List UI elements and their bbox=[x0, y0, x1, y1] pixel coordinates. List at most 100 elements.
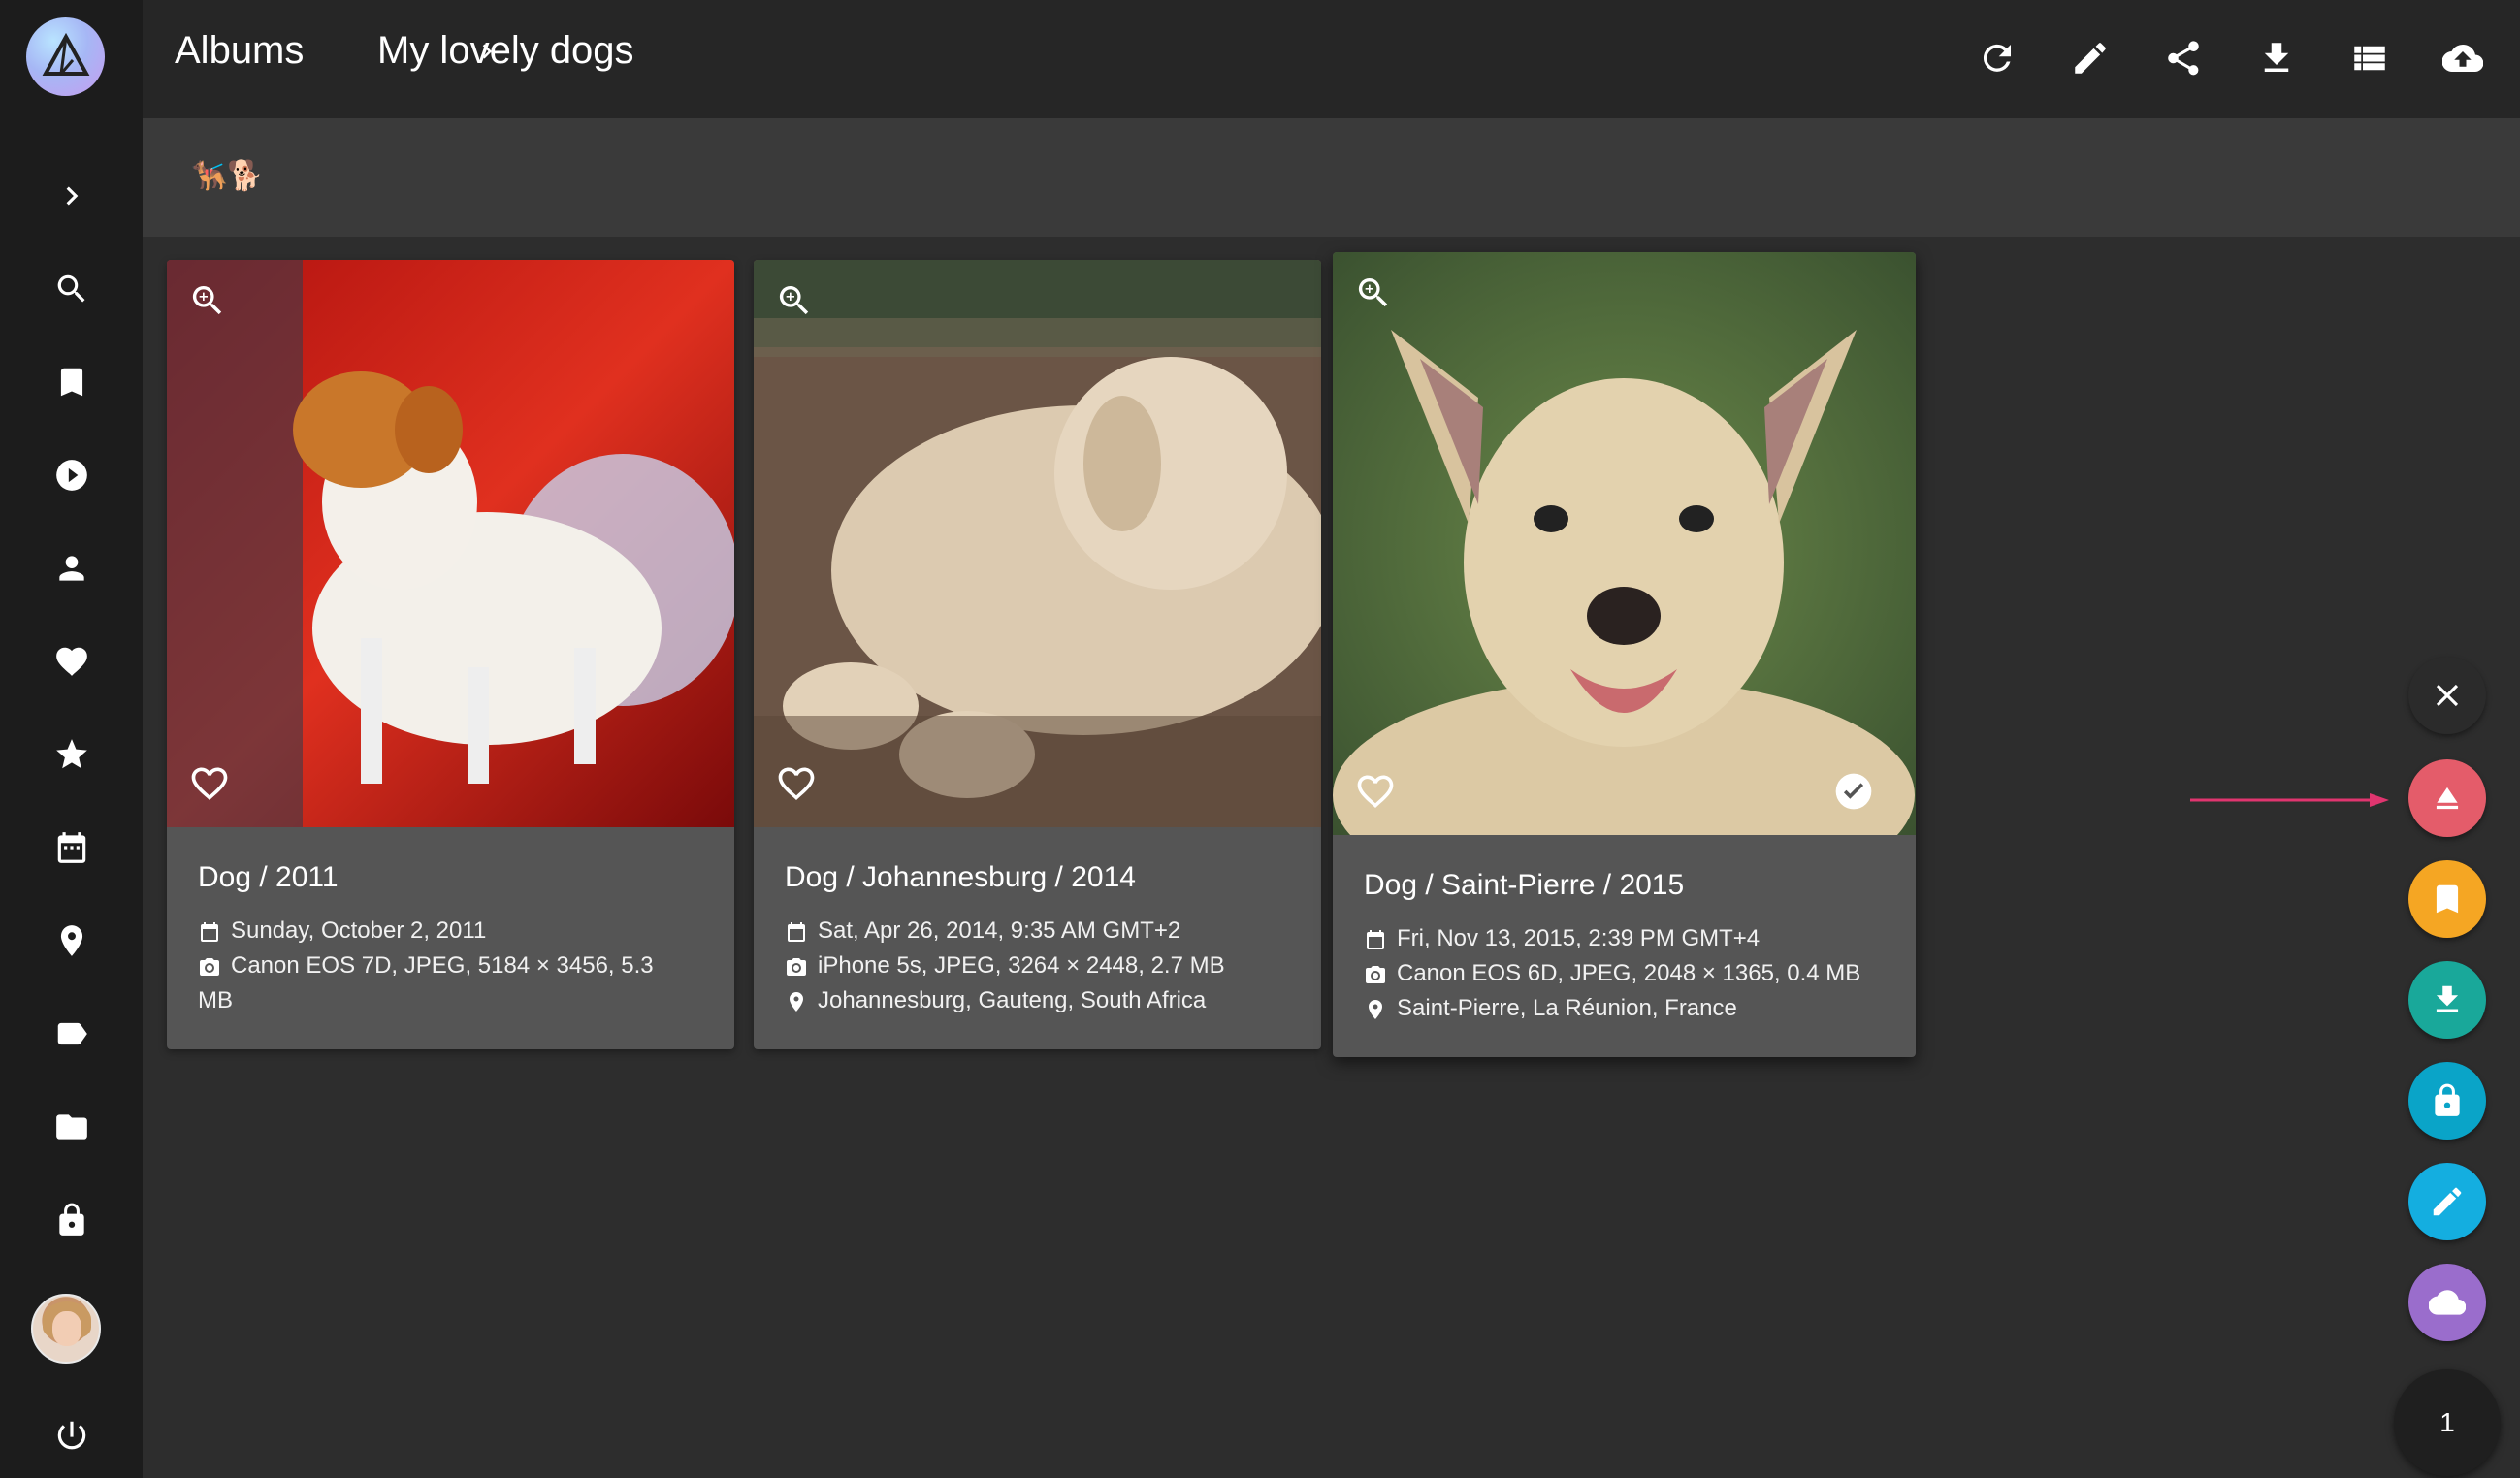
chevron-right-icon bbox=[66, 186, 78, 206]
share-icon bbox=[2168, 41, 2199, 76]
share-selection-button[interactable] bbox=[2408, 1264, 2486, 1341]
close-icon bbox=[2436, 684, 2459, 707]
photo-meta: Sat, Apr 26, 2014, 9:35 AM GMT+2 iPhone … bbox=[785, 914, 1308, 1018]
selection-count: 1 bbox=[2439, 1407, 2455, 1437]
location-pin-icon bbox=[785, 989, 808, 1012]
list-view-button[interactable] bbox=[2342, 31, 2397, 85]
camera-icon bbox=[1364, 962, 1387, 985]
edit-icon bbox=[2075, 43, 2106, 74]
photo-title: Dog / Johannesburg / 2014 bbox=[785, 861, 1136, 893]
selection-count-button[interactable]: 1 bbox=[2394, 1369, 2501, 1476]
reload-button[interactable] bbox=[1970, 31, 2024, 85]
sidebar-item-videos[interactable] bbox=[0, 440, 143, 510]
photo-camera-info: Canon EOS 6D, JPEG, 2048 × 1365, 0.4 MB bbox=[1397, 960, 1861, 986]
sidebar-item-labels[interactable] bbox=[0, 999, 143, 1069]
person-icon bbox=[58, 556, 84, 581]
cloud-icon bbox=[2429, 1290, 2466, 1315]
share-button[interactable] bbox=[2156, 31, 2211, 85]
clear-selection-button[interactable] bbox=[2408, 657, 2486, 734]
photo-location: Johannesburg, Gauteng, South Africa bbox=[818, 987, 1207, 1013]
sidebar-item-bookmarks[interactable] bbox=[0, 347, 143, 417]
photo-meta: Fri, Nov 13, 2015, 2:39 PM GMT+4 Canon E… bbox=[1364, 921, 1907, 1026]
photo-title: Dog / Saint-Pierre / 2015 bbox=[1364, 869, 1685, 901]
avatar[interactable] bbox=[31, 1294, 101, 1364]
photo-date: Fri, Nov 13, 2015, 2:39 PM GMT+4 bbox=[1397, 925, 1761, 951]
photo-camera-info: Canon EOS 7D, JPEG, 5184 × 3456, 5.3 bbox=[231, 952, 654, 979]
upload-button[interactable] bbox=[2436, 31, 2490, 85]
calendar-icon bbox=[198, 919, 221, 943]
power-icon bbox=[57, 1421, 85, 1450]
photo-camera-info: iPhone 5s, JPEG, 3264 × 2448, 2.7 MB bbox=[818, 952, 1225, 979]
calendar-icon bbox=[1364, 927, 1387, 950]
favorite-heart-icon[interactable] bbox=[188, 762, 231, 805]
photo-card[interactable]: Dog / 2011 Sunday, October 2, 2011 Canon… bbox=[167, 260, 734, 1049]
photo-card[interactable]: Dog / Johannesburg / 2014 Sat, Apr 26, 2… bbox=[754, 260, 1321, 1049]
sidebar-item-places[interactable] bbox=[0, 906, 143, 976]
photo-date: Sunday, October 2, 2011 bbox=[231, 917, 487, 944]
photo-thumbnail[interactable] bbox=[1333, 252, 1916, 835]
remove-from-album-button[interactable] bbox=[2408, 759, 2486, 837]
heart-icon bbox=[55, 647, 87, 676]
favorite-heart-icon[interactable] bbox=[1354, 770, 1397, 813]
photo-card-selected[interactable]: Dog / Saint-Pierre / 2015 Fri, Nov 13, 2… bbox=[1333, 252, 1916, 1057]
sidebar-item-folders[interactable] bbox=[0, 1092, 143, 1162]
photo-camera-info-wrap: MB bbox=[198, 987, 233, 1013]
sidebar-item-calendar[interactable] bbox=[0, 813, 143, 883]
page-title: My lovely dogs bbox=[377, 29, 634, 72]
album-description-bar: 🐕‍🦺🐕 bbox=[143, 118, 2520, 237]
sidebar-expand-button[interactable] bbox=[0, 161, 143, 231]
search-icon bbox=[57, 274, 84, 303]
app-logo[interactable] bbox=[26, 17, 105, 96]
play-circle-icon bbox=[55, 460, 87, 491]
lock-icon bbox=[58, 1203, 84, 1236]
photo-meta: Sunday, October 2, 2011 Canon EOS 7D, JP… bbox=[198, 914, 712, 1018]
list-view-icon bbox=[2354, 46, 2385, 71]
breadcrumb-albums[interactable]: Albums bbox=[175, 29, 304, 73]
calendar-icon bbox=[785, 919, 808, 943]
sidebar-logout-button[interactable] bbox=[0, 1400, 143, 1470]
label-icon bbox=[57, 1022, 87, 1045]
edit-selection-button[interactable] bbox=[2408, 1163, 2486, 1240]
zoom-icon[interactable] bbox=[1354, 273, 1393, 312]
sidebar-item-private[interactable] bbox=[0, 1185, 143, 1255]
sidebar-item-people[interactable] bbox=[0, 533, 143, 603]
camera-icon bbox=[198, 954, 221, 978]
photo-date: Sat, Apr 26, 2014, 9:35 AM GMT+2 bbox=[818, 917, 1181, 944]
cloud-upload-icon bbox=[2442, 44, 2483, 73]
sidebar-item-moments[interactable] bbox=[0, 720, 143, 789]
edit-album-button[interactable] bbox=[2063, 31, 2117, 85]
bookmark-icon bbox=[2436, 884, 2459, 914]
edit-icon bbox=[2433, 1187, 2462, 1216]
selected-check-icon[interactable] bbox=[1832, 770, 1875, 813]
calendar-icon bbox=[57, 832, 85, 863]
zoom-icon[interactable] bbox=[775, 281, 814, 320]
add-to-album-button[interactable] bbox=[2408, 860, 2486, 938]
eject-icon bbox=[2436, 787, 2459, 810]
photo-thumbnail[interactable] bbox=[167, 260, 734, 827]
location-pin-icon bbox=[60, 925, 82, 956]
sidebar bbox=[0, 0, 143, 1478]
make-private-button[interactable] bbox=[2408, 1062, 2486, 1140]
download-icon bbox=[2264, 43, 2289, 72]
refresh-icon bbox=[1983, 44, 2011, 72]
annotation-arrow bbox=[2190, 793, 2389, 807]
camera-icon bbox=[785, 954, 808, 978]
top-toolbar: Albums My lovely dogs bbox=[143, 0, 2520, 118]
photo-thumbnail[interactable] bbox=[754, 260, 1321, 827]
album-description: 🐕‍🦺🐕 bbox=[191, 160, 264, 192]
lock-icon bbox=[2435, 1083, 2460, 1116]
download-button[interactable] bbox=[2249, 31, 2304, 85]
prism-logo-icon bbox=[42, 32, 89, 76]
bookmark-icon bbox=[60, 368, 82, 397]
photo-location: Saint-Pierre, La Réunion, France bbox=[1397, 995, 1737, 1021]
sidebar-item-favorites[interactable] bbox=[0, 627, 143, 696]
folder-icon bbox=[55, 1114, 87, 1140]
avatar-face bbox=[52, 1311, 81, 1346]
location-pin-icon bbox=[1364, 997, 1387, 1020]
favorite-heart-icon[interactable] bbox=[775, 762, 818, 805]
zoom-icon[interactable] bbox=[188, 281, 227, 320]
download-icon bbox=[2436, 985, 2459, 1012]
download-selection-button[interactable] bbox=[2408, 961, 2486, 1039]
photo-title: Dog / 2011 bbox=[198, 861, 339, 893]
sidebar-item-search[interactable] bbox=[0, 254, 143, 324]
